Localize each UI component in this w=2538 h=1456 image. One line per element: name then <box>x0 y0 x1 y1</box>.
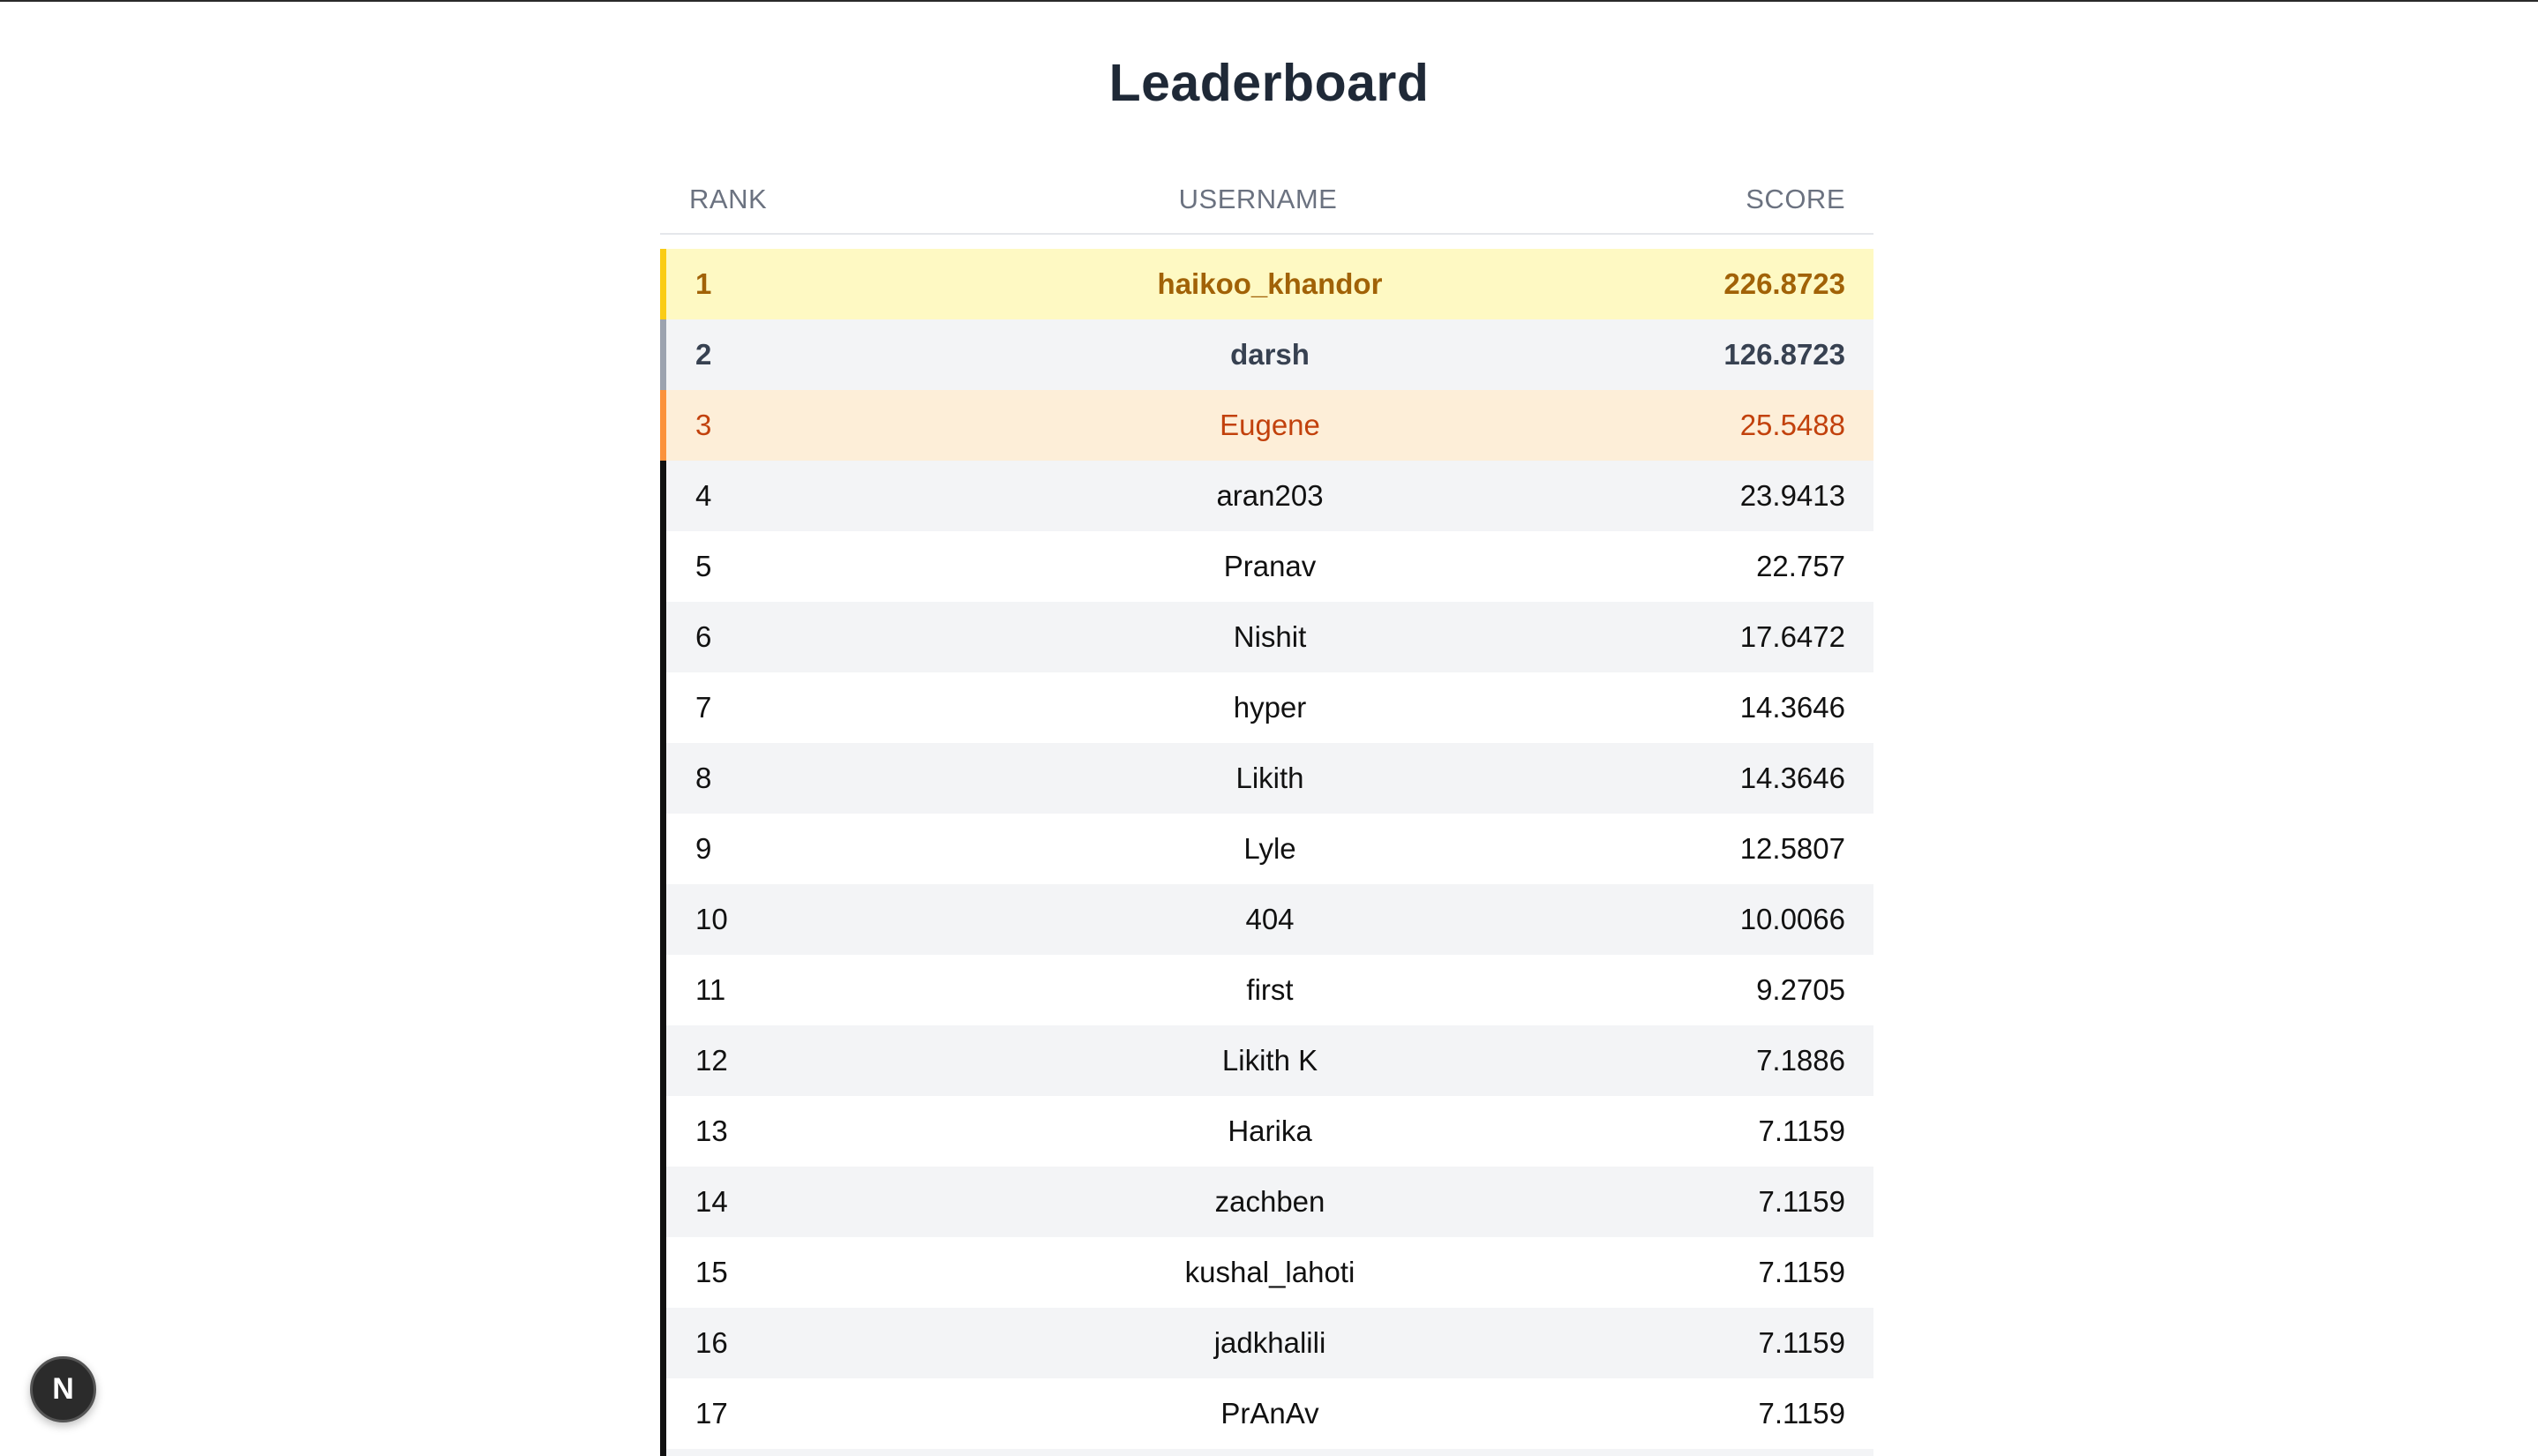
username-cell: haikoo_khandor <box>1157 267 1383 300</box>
username-cell: darsh <box>1230 338 1310 371</box>
table-row: 12 Likith K 7.1886 <box>660 1025 1873 1096</box>
username-cell: PrAnAv <box>1220 1397 1319 1430</box>
table-row: 11 first 9.2705 <box>660 955 1873 1025</box>
score-cell: 126.8723 <box>1723 338 1845 371</box>
table-header: RANK USERNAME SCORE <box>660 169 1873 235</box>
username-column-header: USERNAME <box>1178 184 1338 214</box>
score-column-header: SCORE <box>1746 184 1845 214</box>
table-row: 15 kushal_lahoti 7.1159 <box>660 1237 1873 1308</box>
score-cell: 7.1886 <box>1756 1044 1845 1077</box>
username-cell: Eugene <box>1220 409 1320 441</box>
score-cell: 7.1159 <box>1758 1256 1845 1288</box>
score-cell: 25.5488 <box>1739 409 1845 441</box>
username-cell: 404 <box>1245 903 1295 935</box>
score-cell: 14.3646 <box>1739 762 1845 794</box>
score-cell: 22.757 <box>1756 550 1845 582</box>
username-cell: first <box>1246 973 1294 1006</box>
username-cell: Pranav <box>1223 550 1317 582</box>
username-cell: kushal_lahoti <box>1184 1256 1355 1288</box>
table-row: 8 Likith 14.3646 <box>660 743 1873 814</box>
username-cell: Nishit <box>1233 620 1307 653</box>
table-row: 17 PrAnAv 7.1159 <box>660 1378 1873 1449</box>
score-cell: 12.5807 <box>1739 832 1845 865</box>
table-row: 2 darsh 126.8723 <box>660 319 1873 390</box>
nextjs-logo-icon[interactable]: N <box>30 1356 96 1422</box>
score-cell: 7.1159 <box>1758 1185 1845 1218</box>
table-row <box>660 1449 1873 1456</box>
username-cell: jadkhalili <box>1213 1326 1326 1359</box>
score-cell: 7.1159 <box>1758 1397 1845 1430</box>
table-row: 10 404 10.0066 <box>660 884 1873 955</box>
score-cell: 7.1159 <box>1758 1326 1845 1359</box>
table-body: 1 haikoo_khandor 226.8723 2 darsh 126.8723 3 Eu… <box>660 249 1873 1456</box>
table-row: 5 Pranav 22.757 <box>660 531 1873 602</box>
score-cell: 17.6472 <box>1739 620 1845 653</box>
username-cell: hyper <box>1233 691 1307 724</box>
table-row: 6 Nishit 17.6472 <box>660 602 1873 672</box>
username-cell: Lyle <box>1243 832 1296 865</box>
username-cell: Likith K <box>1221 1044 1318 1077</box>
score-cell: 10.0066 <box>1739 903 1845 935</box>
score-cell: 226.8723 <box>1723 267 1845 300</box>
username-cell: Likith <box>1235 762 1304 794</box>
score-cell: 7.1159 <box>1758 1115 1845 1147</box>
table-row: 16 jadkhalili 7.1159 <box>660 1308 1873 1378</box>
page-title: Leaderboard <box>1108 54 1430 112</box>
table-row: 14 zachben 7.1159 <box>660 1167 1873 1237</box>
score-cell: 14.3646 <box>1739 691 1845 724</box>
score-cell: 9.2705 <box>1756 973 1845 1006</box>
table-row: 4 aran203 23.9413 <box>660 461 1873 531</box>
leaderboard-table: RANK USERNAME SCORE 1 haikoo_khandor 226.8… <box>660 169 1873 1456</box>
top-border <box>0 0 2538 2</box>
table-row: 3 Eugene 25.5488 <box>660 390 1873 461</box>
username-cell: Harika <box>1228 1115 1312 1147</box>
username-cell: aran203 <box>1216 479 1324 512</box>
table-row: 1 haikoo_khandor 226.8723 <box>660 249 1873 319</box>
username-cell: zachben <box>1214 1185 1325 1218</box>
table-row: 7 hyper 14.3646 <box>660 672 1873 743</box>
score-cell: 23.9413 <box>1739 479 1845 512</box>
table-row: 13 Harika 7.1159 <box>660 1096 1873 1167</box>
table-row: 9 Lyle 12.5807 <box>660 814 1873 884</box>
